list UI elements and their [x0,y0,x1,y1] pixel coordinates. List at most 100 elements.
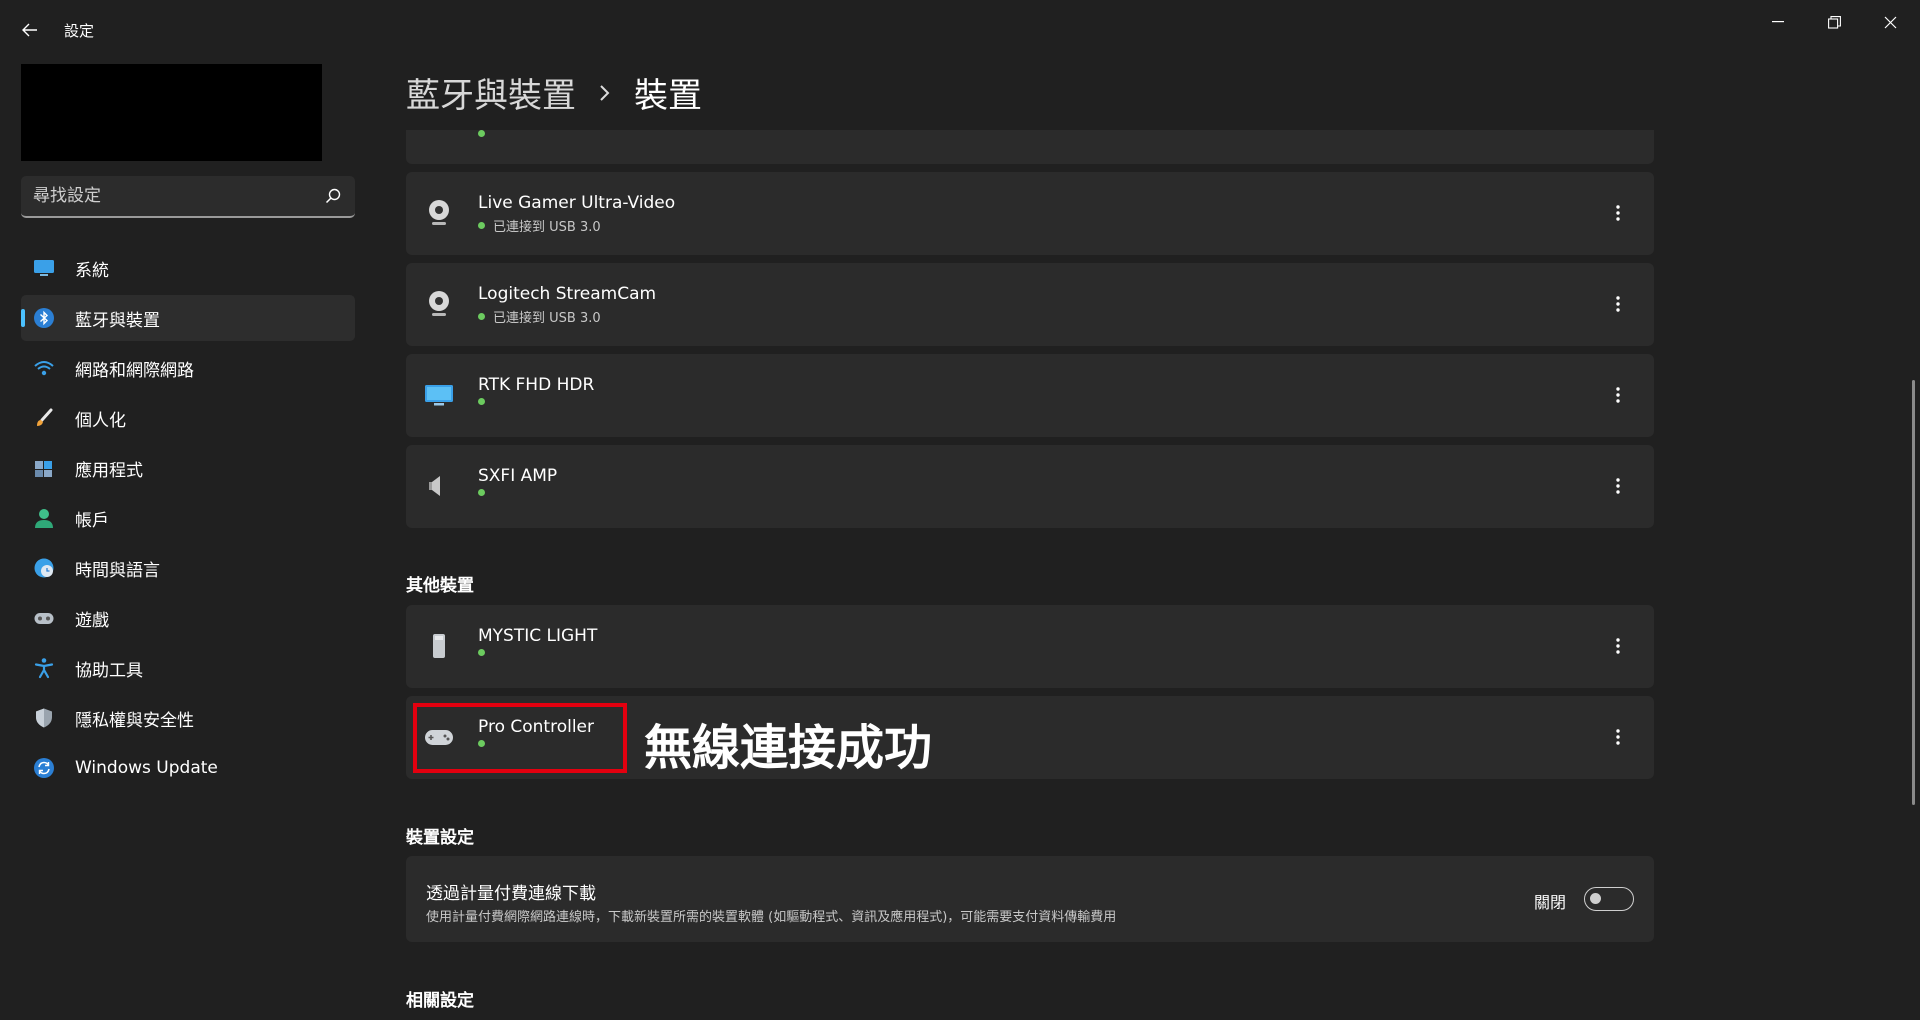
device-status: 已連接到 USB 3.0 [478,216,601,235]
restore-button[interactable] [1806,4,1862,40]
sidebar-item-label: 協助工具 [75,660,143,681]
annotation-text: 無線連接成功 [644,720,933,776]
sidebar-item-accessibility[interactable]: 協助工具 [21,645,355,691]
shield-icon [36,708,52,728]
sidebar-item-privacy-security[interactable]: 隱私權與安全性 [21,695,355,741]
back-arrow-icon [22,23,37,37]
search-input[interactable] [33,176,313,216]
person-icon [35,509,53,528]
device-name: Live Gamer Ultra-Video [478,193,676,213]
device-card-partial[interactable] [406,130,1654,164]
device-status-text: 已連接到 USB 3.0 [493,311,601,326]
more-options-icon [1616,638,1620,654]
setting-description: 使用計量付費網際網路連線時，下載新裝置所需的裝置軟體 (如驅動程式、資訊及應用程… [426,910,1117,925]
sidebar-item-network[interactable]: 網路和網際網路 [21,345,355,391]
sidebar-item-personalization[interactable]: 個人化 [21,395,355,441]
wifi-icon [34,361,54,376]
bluetooth-icon [34,308,54,328]
device-settings-heading: 裝置設定 [406,828,474,848]
device-card[interactable]: SXFI AMP [406,445,1654,528]
device-status-text: 已連接到 USB 3.0 [493,220,601,235]
display-icon [425,385,453,406]
connected-dot [478,398,485,405]
search-box[interactable] [21,176,355,218]
highlight-box [413,703,627,773]
sidebar-item-time-language[interactable]: 時間與語言 [21,545,355,591]
more-options-icon [1616,205,1620,221]
sidebar-item-label: 系統 [75,260,109,281]
apps-icon [35,461,52,477]
globe-clock-icon [34,558,54,578]
app-title: 設定 [64,22,95,40]
sidebar-item-label: 時間與語言 [75,560,160,581]
connected-dot [478,489,485,496]
settings-window: 設定 系統 藍牙與裝置 網路和網際網路 個人化 [0,0,1920,1020]
setting-title: 透過計量付費連線下載 [426,884,596,904]
more-options-button[interactable] [1598,626,1638,666]
connected-dot [478,222,485,229]
device-icon [433,634,445,658]
metered-download-setting: 透過計量付費連線下載 使用計量付費網際網路連線時，下載新裝置所需的裝置軟體 (如… [406,856,1654,942]
sidebar-item-gaming[interactable]: 遊戲 [21,595,355,641]
breadcrumb: 藍牙與裝置 裝置 [406,68,702,117]
more-options-button[interactable] [1598,284,1638,324]
sidebar-item-bluetooth-devices[interactable]: 藍牙與裝置 [21,295,355,341]
connected-dot [478,313,485,320]
more-options-button[interactable] [1598,717,1638,757]
gamepad-icon [34,613,54,624]
more-options-button[interactable] [1598,193,1638,233]
sidebar-item-apps[interactable]: 應用程式 [21,445,355,491]
device-status [478,649,493,656]
metered-download-toggle[interactable] [1584,887,1634,911]
sidebar-item-accounts[interactable]: 帳戶 [21,495,355,541]
breadcrumb-parent[interactable]: 藍牙與裝置 [406,68,576,117]
sidebar-item-label: Windows Update [75,758,218,778]
sidebar-item-label: 藍牙與裝置 [75,310,160,331]
related-settings-heading: 相關設定 [406,991,474,1011]
device-name: RTK FHD HDR [478,375,595,395]
speaker-icon [429,476,440,496]
more-options-icon [1616,478,1620,494]
search-icon[interactable] [325,188,341,204]
close-button[interactable] [1862,4,1918,40]
brush-icon [37,408,53,426]
page-title: 裝置 [634,76,702,116]
toggle-state-label: 關閉 [1534,893,1567,912]
sidebar-item-windows-update[interactable]: Windows Update [21,745,355,791]
connected-dot [478,130,485,137]
device-name: Logitech StreamCam [478,284,657,304]
device-status: 已連接到 USB 3.0 [478,307,601,326]
device-card[interactable]: MYSTIC LIGHT [406,605,1654,688]
more-options-button[interactable] [1598,375,1638,415]
toggle-knob [1590,893,1601,904]
scrollbar[interactable] [1912,380,1915,805]
sidebar-item-label: 隱私權與安全性 [75,710,194,731]
back-button[interactable] [16,16,44,44]
chevron-right-icon [600,84,610,101]
device-name: MYSTIC LIGHT [478,626,598,646]
more-options-icon [1616,296,1620,312]
more-options-button[interactable] [1598,466,1638,506]
sidebar-item-label: 遊戲 [75,610,109,631]
device-status [478,489,493,496]
sidebar-item-system[interactable]: 系統 [21,245,355,291]
sidebar-item-label: 網路和網際網路 [75,360,194,381]
device-card[interactable]: Live Gamer Ultra-Video 已連接到 USB 3.0 [406,172,1654,255]
sidebar-item-label: 個人化 [75,410,126,431]
more-options-icon [1616,729,1620,745]
webcam-icon [429,200,449,225]
user-profile-redacted[interactable] [21,64,322,161]
update-icon [34,758,54,778]
device-status [478,398,493,405]
restore-icon [1827,15,1841,29]
webcam-icon [429,291,449,316]
accessibility-icon [34,658,54,679]
more-options-icon [1616,387,1620,403]
title-bar: 設定 [0,0,1920,60]
sidebar-item-label: 應用程式 [75,460,143,481]
minimize-button[interactable] [1750,4,1806,40]
sidebar-nav: 系統 藍牙與裝置 網路和網際網路 個人化 應用程式 帳戶 時間與語言 遊戲 協助… [21,245,355,795]
device-card[interactable]: Logitech StreamCam 已連接到 USB 3.0 [406,263,1654,346]
device-card[interactable]: RTK FHD HDR [406,354,1654,437]
other-devices-heading: 其他裝置 [406,576,474,596]
